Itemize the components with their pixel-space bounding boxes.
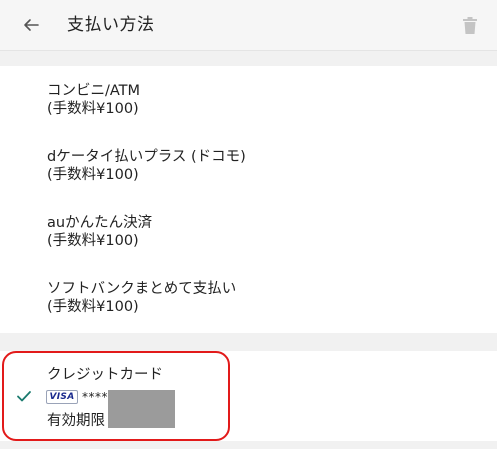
payment-option-name: ソフトバンクまとめて支払い: [47, 281, 237, 297]
visa-logo: VISA: [46, 390, 78, 404]
payment-option-d-carrier[interactable]: dケータイ払いプラス (ドコモ) (手数料¥100): [0, 132, 497, 198]
payment-option-fee: (手数料¥100): [47, 101, 139, 117]
payment-option-name: dケータイ払いプラス (ドコモ): [47, 149, 246, 165]
app-bar: 支払い方法: [0, 0, 497, 51]
payment-methods-list: コンビニ/ATM (手数料¥100) dケータイ払いプラス (ドコモ) (手数料…: [0, 66, 497, 333]
payment-option-fee: (手数料¥100): [47, 299, 139, 315]
back-button[interactable]: [18, 12, 44, 38]
payment-option-au[interactable]: auかんたん決済 (手数料¥100): [0, 198, 497, 264]
payment-option-softbank[interactable]: ソフトバンクまとめて支払い (手数料¥100): [0, 264, 497, 333]
payment-option-name: コンビニ/ATM: [47, 83, 141, 99]
arrow-left-icon: [24, 19, 39, 31]
credit-card-name: クレジットカード: [47, 367, 163, 383]
redacted-card-details: [108, 390, 175, 428]
payment-option-convenience-store[interactable]: コンビニ/ATM (手数料¥100): [0, 66, 497, 132]
check-icon: [17, 391, 31, 402]
payment-option-fee: (手数料¥100): [47, 167, 139, 183]
payment-option-name: auかんたん決済: [47, 215, 153, 231]
card-number-masked: ****: [82, 390, 108, 404]
delete-button[interactable]: [461, 15, 479, 35]
payment-method-screen: 支払い方法 コンビニ/ATM (手数料¥100) dケータイ払いプラス (ドコモ…: [0, 0, 497, 449]
card-expiry-label: 有効期限: [47, 413, 105, 429]
page-title: 支払い方法: [67, 15, 155, 35]
trash-icon: [463, 16, 477, 34]
payment-option-fee: (手数料¥100): [47, 233, 139, 249]
